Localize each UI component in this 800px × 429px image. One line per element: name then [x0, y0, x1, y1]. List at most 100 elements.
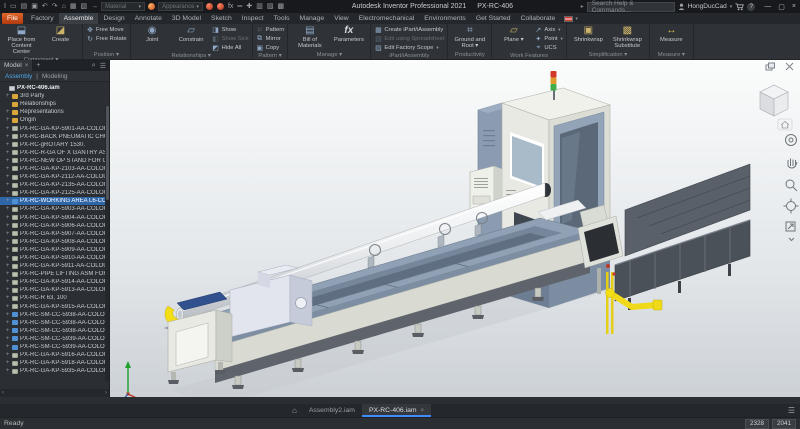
document-tab-px-rc-406-iam[interactable]: PX-RC-406.iam×	[362, 404, 431, 417]
scroll-right-icon[interactable]: ›	[105, 390, 107, 396]
scroll-left-icon[interactable]: ‹	[2, 390, 4, 396]
document-tab-assembly2-iam[interactable]: Assembly2.iam	[302, 404, 362, 417]
tree-item-px-rc-ga-kp-5904-aa-coloure[interactable]: +PX-RC-GA-KP-5904-AA-COLOURE	[0, 214, 109, 222]
ribbon-group-label[interactable]: Relationships ▾	[132, 52, 251, 60]
tree-item-px-rc-r-63-100[interactable]: +PX-RC-R 63, 100	[0, 294, 109, 302]
tree-item-relationships[interactable]: Relationships	[0, 100, 109, 108]
expand-toggle[interactable]: +	[5, 344, 10, 350]
tree-item-px-rc-ga-kp-2112-aa-coloure[interactable]: +PX-RC-GA-KP-2112-AA-COLOURE	[0, 173, 109, 181]
tree-item-px-rc-ga-kp-5901-aa-coloure[interactable]: +PX-RC-GA-KP-5901-AA-COLOURE	[0, 124, 109, 132]
material-sphere-icon[interactable]	[206, 3, 213, 10]
expand-toggle[interactable]: +	[5, 174, 10, 180]
tree-item-px-rc-back-pneumatic-chuck[interactable]: +PX-RC-BACK PNEUMATIC CHUCK	[0, 133, 109, 141]
tree-item-px-rc-ga-kp-2103-aa-coloure[interactable]: +PX-RC-GA-KP-2103-AA-COLOURE	[0, 165, 109, 173]
show-button[interactable]: ◨Show	[212, 26, 249, 34]
material-dropdown[interactable]: Material ▾	[101, 2, 145, 11]
parameters-fx-icon[interactable]: fx	[228, 2, 233, 11]
mirror-button[interactable]: ⧉Mirror	[256, 35, 285, 43]
home-icon[interactable]: ⌂	[62, 2, 66, 11]
expand-toggle[interactable]: +	[5, 263, 10, 269]
tree-item-px-rc-grotary-1530[interactable]: +PX-RC-gROTARY 1530.	[0, 141, 109, 149]
appearance-sphere-icon[interactable]	[217, 3, 224, 10]
expand-toggle[interactable]: +	[5, 287, 10, 293]
expand-toggle[interactable]: +	[5, 150, 10, 156]
ribbon-tab-file[interactable]: File	[2, 13, 23, 24]
tree-item-px-rc-ga-kp-5903-aa-coloure[interactable]: +PX-RC-GA-KP-5903-AA-COLOURE	[0, 205, 109, 213]
expand-toggle[interactable]: +	[5, 109, 10, 115]
add-icon[interactable]: ✚	[246, 2, 252, 11]
point-button[interactable]: ✦Point▾	[534, 35, 562, 43]
tree-item-representations[interactable]: +Representations	[0, 108, 109, 116]
ribbon-group-label[interactable]: Simplification ▾	[568, 51, 648, 59]
expand-toggle[interactable]: +	[5, 142, 10, 148]
inventor-logo-icon[interactable]: I	[4, 2, 6, 11]
axis-button[interactable]: ↗Axis▾	[534, 26, 562, 34]
ribbon-group-label[interactable]: Work Features	[493, 52, 564, 60]
assembly-view-toggle[interactable]: Assembly	[5, 73, 32, 80]
redo-icon[interactable]: ↷	[52, 2, 58, 11]
appearance-dropdown[interactable]: Appearance ▾	[158, 2, 203, 11]
tree-vertical-scrollbar[interactable]	[105, 106, 109, 381]
close-icon[interactable]: ×	[421, 408, 425, 414]
expand-toggle[interactable]: +	[5, 320, 10, 326]
tree-item-px-rc-ga-kp-2125-aa-coloure[interactable]: +PX-RC-GA-KP-2125-AA-COLOURE	[0, 189, 109, 197]
new-file-icon[interactable]: ▭	[10, 2, 17, 11]
tree-item-px-rc-ga-kp-5914-aa-coloure[interactable]: +PX-RC-GA-KP-5914-AA-COLOURE	[0, 278, 109, 286]
free-rotate-button[interactable]: ↻Free Rotate	[86, 35, 127, 43]
ribbon-tab-3d-model[interactable]: 3D Model	[167, 13, 206, 24]
joint-button[interactable]: ◉Joint	[134, 25, 171, 43]
ribbon-tab-collaborate[interactable]: Collaborate	[516, 13, 561, 24]
ribbon-tab-sketch[interactable]: Sketch	[206, 13, 237, 24]
expand-toggle[interactable]: +	[5, 158, 10, 164]
expand-toggle[interactable]: +	[5, 271, 10, 277]
shrinkwrap-substitute-button[interactable]: ▩Shrinkwrap Substitute	[609, 25, 646, 49]
create-button[interactable]: ◪Create	[42, 25, 79, 43]
expand-toggle[interactable]: +	[5, 352, 10, 358]
panel-menu-icon[interactable]: ☰	[100, 62, 106, 70]
tree-item-3rd-party[interactable]: +3rd Party	[0, 92, 109, 100]
undo-icon[interactable]: ↶	[42, 2, 48, 11]
minimize-button[interactable]: —	[764, 3, 771, 11]
expand-toggle[interactable]: +	[5, 279, 10, 285]
tree-item-px-rc-ga-kp-5908-aa-coloure[interactable]: +PX-RC-GA-KP-5908-AA-COLOURE	[0, 238, 109, 246]
expand-toggle[interactable]: +	[5, 182, 10, 188]
expand-toggle[interactable]: +	[5, 304, 10, 310]
equations-icon[interactable]: ═	[237, 2, 242, 11]
restore-button[interactable]: ▢	[778, 3, 785, 11]
user-account[interactable]: HongDucCad ▾	[678, 3, 733, 10]
expand-toggle[interactable]: +	[5, 223, 10, 229]
tree-item-px-rc-ga-kp-2135-aa-coloure[interactable]: +PX-RC-GA-KP-2135-AA-COLOURE	[0, 181, 109, 189]
tree-item-px-rc-working-area-l6-colou[interactable]: +PX-RC-WORKING AREA L6-COLOU	[0, 197, 109, 205]
expand-toggle[interactable]: +	[5, 190, 10, 196]
ribbon-tab-tools[interactable]: Tools	[269, 13, 295, 24]
expand-toggle[interactable]: +	[5, 295, 10, 301]
ribbon-tab-assemble[interactable]: Assemble	[59, 13, 99, 24]
expand-toggle[interactable]: +	[5, 239, 10, 245]
ucs-button[interactable]: ⌖UCS	[534, 44, 562, 52]
tree-item-px-rc-sm-cc-5939-aa-coloure[interactable]: +PX-RC-SM-CC-5939-AA-COLOURE	[0, 343, 109, 351]
ribbon-tab-electromechanical[interactable]: Electromechanical	[354, 13, 420, 24]
ribbon-group-label[interactable]: Manage ▾	[289, 51, 369, 59]
open-icon[interactable]: ▤	[21, 2, 28, 11]
return-icon[interactable]: →	[91, 2, 98, 11]
tree-item-px-rc-ga-kp-5909-aa-coloure[interactable]: +PX-RC-GA-KP-5909-AA-COLOURE	[0, 246, 109, 254]
ribbon-group-label[interactable]: Pattern ▾	[254, 52, 287, 60]
ribbon-group-label[interactable]: Position ▾	[84, 51, 129, 59]
tree-item-px-rc-sm-cc-5938-aa-coloure[interactable]: +PX-RC-SM-CC-5938-AA-COLOURE	[0, 311, 109, 319]
expand-toggle[interactable]: +	[5, 328, 10, 334]
model-viewport[interactable]	[110, 60, 800, 397]
expand-toggle[interactable]: +	[5, 312, 10, 318]
tree-item-px-rc-ga-kp-5911-aa-coloure[interactable]: +PX-RC-GA-KP-5911-AA-COLOURE	[0, 262, 109, 270]
print-icon[interactable]: ▦	[70, 2, 77, 11]
expand-toggle[interactable]: +	[5, 368, 10, 374]
expand-toggle[interactable]: +	[5, 166, 10, 172]
ribbon-tab-environments[interactable]: Environments	[419, 13, 471, 24]
ribbon-tab-inspect[interactable]: Inspect	[237, 13, 269, 24]
tree-item-px-rc-ga-kp-5906-aa-coloure[interactable]: +PX-RC-GA-KP-5906-AA-COLOURE	[0, 222, 109, 230]
tree-item-px-rc-ga-kp-5907-aa-coloure[interactable]: +PX-RC-GA-KP-5907-AA-COLOURE	[0, 230, 109, 238]
add-panel-button[interactable]: +	[36, 62, 40, 69]
tree-item-px-rc-sm-cc-5938-aa-coloure[interactable]: +PX-RC-SM-CC-5938-AA-COLOURE	[0, 327, 109, 335]
ribbon-tab-view[interactable]: View	[329, 13, 354, 24]
tree-item-px-rc-pipe-lifting-asm-for-gl[interactable]: +PX-RC-PIPE LIFTING ASM FOR GL	[0, 270, 109, 278]
cart-icon[interactable]	[735, 3, 744, 11]
